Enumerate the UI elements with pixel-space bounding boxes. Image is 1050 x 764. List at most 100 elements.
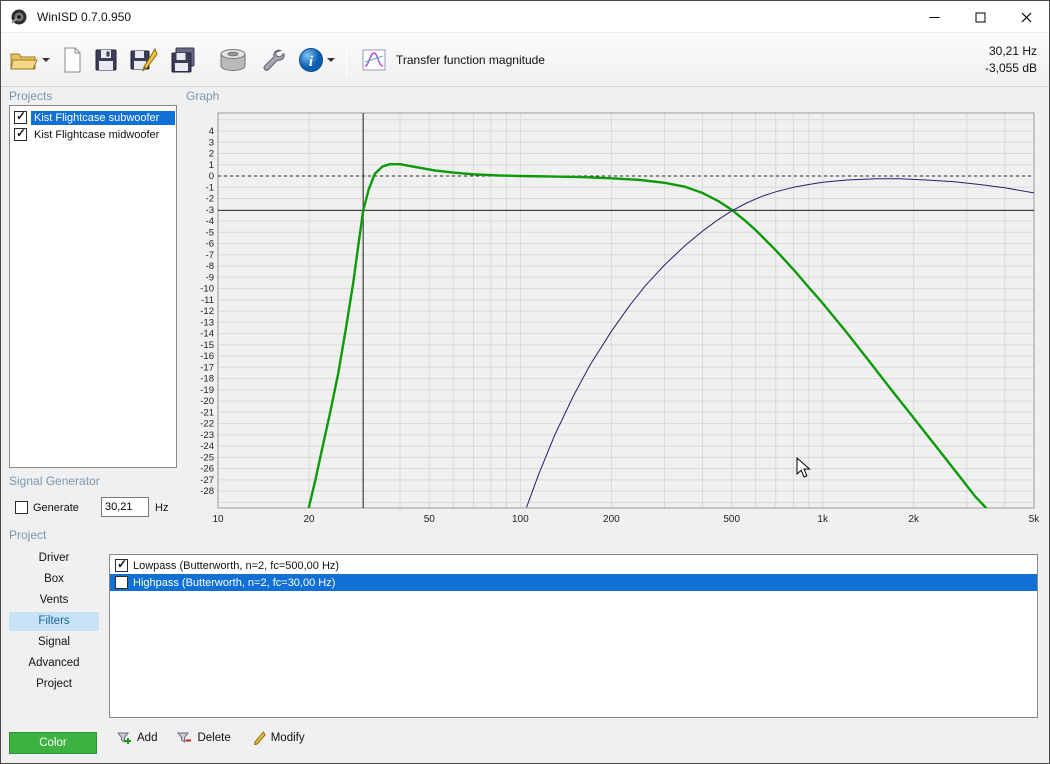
new-project-button[interactable] (58, 40, 86, 80)
project-item-label[interactable]: Kist Flightcase subwoofer (31, 110, 175, 125)
svg-text:-6: -6 (206, 239, 214, 250)
titlebar: WinISD 0.7.0.950 (1, 1, 1049, 33)
svg-text:-12: -12 (200, 306, 214, 317)
open-folder-icon (10, 53, 38, 69)
svg-text:-28: -28 (200, 486, 214, 497)
close-button[interactable] (1003, 1, 1049, 33)
svg-text:100: 100 (512, 514, 529, 525)
projects-list[interactable]: Kist Flightcase subwoofer Kist Flightcas… (9, 105, 177, 468)
svg-text:-15: -15 (200, 340, 214, 351)
svg-text:-2: -2 (206, 194, 214, 205)
svg-text:-24: -24 (200, 441, 214, 452)
signal-generator-header: Signal Generator (9, 474, 100, 488)
modify-filter-button[interactable]: Modify (251, 731, 305, 745)
nav-item-project[interactable]: Project (9, 675, 99, 694)
svg-text:-14: -14 (200, 329, 214, 340)
save-all-button[interactable] (166, 40, 200, 80)
info-button[interactable]: i (294, 40, 339, 80)
tools-button[interactable] (256, 40, 290, 80)
close-icon (1021, 12, 1031, 22)
wrench-icon (263, 49, 285, 71)
project-list-item[interactable]: Kist Flightcase subwoofer (10, 109, 176, 126)
generate-label: Generate (33, 501, 79, 514)
minimize-icon (929, 16, 939, 18)
svg-text:0: 0 (209, 171, 214, 182)
svg-text:50: 50 (424, 514, 436, 525)
add-filter-button[interactable]: Add (117, 731, 157, 745)
info-dropdown-arrow[interactable] (327, 57, 335, 62)
nav-item-advanced[interactable]: Advanced (9, 654, 99, 673)
svg-text:1k: 1k (817, 514, 829, 525)
save-all-icon (171, 47, 195, 72)
project-item-label[interactable]: Kist Flightcase midwoofer (31, 128, 175, 142)
nav-item-box[interactable]: Box (9, 570, 99, 589)
checkbox-unchecked-icon[interactable] (115, 576, 128, 589)
svg-text:-21: -21 (200, 407, 214, 418)
nav-item-filters[interactable]: Filters (9, 612, 99, 631)
svg-text:-1: -1 (206, 182, 214, 193)
nav-item-driver[interactable]: Driver (9, 549, 99, 568)
driver-database-button[interactable] (214, 40, 252, 80)
delete-filter-icon (177, 732, 192, 743)
checkbox-checked-icon[interactable] (115, 557, 128, 572)
svg-text:-9: -9 (206, 272, 214, 283)
filter-item-label[interactable]: Lowpass (Butterworth, n=2, fc=500,00 Hz) (133, 560, 339, 572)
svg-text:5k: 5k (1029, 514, 1041, 525)
svg-text:3: 3 (209, 137, 214, 148)
project-nav: Driver Box Vents Filters Signal Advanced… (9, 549, 99, 696)
save-as-pencil-icon (130, 47, 158, 71)
open-project-button[interactable] (5, 40, 54, 80)
filters-list[interactable]: Lowpass (Butterworth, n=2, fc=500,00 Hz)… (109, 554, 1038, 718)
checkbox-checked-icon[interactable] (14, 126, 27, 141)
svg-text:-13: -13 (200, 317, 214, 328)
cursor-level: -3,055 dB (984, 61, 1037, 75)
cursor-frequency: 30,21 Hz (988, 44, 1037, 58)
maximize-icon (975, 12, 985, 22)
graph-type-button[interactable] (358, 40, 390, 80)
add-filter-label: Add (137, 732, 158, 744)
driver-cylinder-icon (220, 48, 246, 71)
winisd-window: WinISD 0.7.0.950 i Transfer function mag… (0, 0, 1050, 764)
svg-text:-4: -4 (206, 216, 214, 227)
modify-filter-icon (253, 731, 266, 745)
checkbox-checked-icon[interactable] (14, 109, 27, 124)
svg-text:-10: -10 (200, 284, 214, 295)
maximize-button[interactable] (957, 1, 1003, 33)
project-list-item[interactable]: Kist Flightcase midwoofer (10, 126, 176, 143)
svg-text:-11: -11 (201, 295, 214, 306)
color-button[interactable]: Color (9, 732, 97, 754)
svg-text:20: 20 (303, 514, 315, 525)
svg-text:200: 200 (603, 514, 620, 525)
svg-text:-26: -26 (200, 464, 214, 475)
delete-filter-label: Delete (197, 732, 231, 744)
toolbar-separator (346, 42, 347, 77)
view-title: Transfer function magnitude (396, 52, 545, 67)
save-as-button[interactable] (126, 40, 162, 80)
generate-checkbox[interactable] (15, 501, 28, 514)
filter-list-item[interactable]: Lowpass (Butterworth, n=2, fc=500,00 Hz) (110, 557, 1037, 574)
filter-list-item[interactable]: Highpass (Butterworth, n=2, fc=30,00 Hz) (110, 574, 1037, 591)
nav-item-signal[interactable]: Signal (9, 633, 99, 652)
svg-text:1: 1 (209, 160, 214, 171)
transfer-function-chart[interactable]: 4 3 2 1 0 -1 -2 -3 -4 -5 -6 -7 -8 -9 -10 -11 -12 -13 -14 -1… (186, 105, 1041, 533)
svg-text:500: 500 (723, 514, 740, 525)
open-dropdown-arrow[interactable] (42, 57, 50, 62)
minimize-button[interactable] (911, 1, 957, 33)
svg-text:-18: -18 (200, 374, 214, 385)
transfer-function-icon (362, 49, 386, 70)
toolbar: i Transfer function magnitude 30,21 Hz -… (1, 33, 1049, 87)
svg-text:2k: 2k (908, 514, 920, 525)
cursor-readout: 30,21 Hz -3,055 dB (985, 43, 1037, 77)
info-icon: i (299, 47, 323, 72)
svg-text:-8: -8 (206, 261, 214, 272)
generator-frequency-input[interactable] (101, 497, 149, 517)
filter-item-label[interactable]: Highpass (Butterworth, n=2, fc=30,00 Hz) (133, 577, 335, 589)
save-floppy-icon (95, 49, 117, 70)
svg-text:-3: -3 (206, 205, 214, 216)
delete-filter-button[interactable]: Delete (177, 731, 231, 745)
save-button[interactable] (90, 40, 122, 80)
svg-text:-19: -19 (200, 385, 214, 396)
nav-item-vents[interactable]: Vents (9, 591, 99, 610)
new-document-icon (64, 47, 81, 72)
svg-text:-17: -17 (200, 362, 214, 373)
